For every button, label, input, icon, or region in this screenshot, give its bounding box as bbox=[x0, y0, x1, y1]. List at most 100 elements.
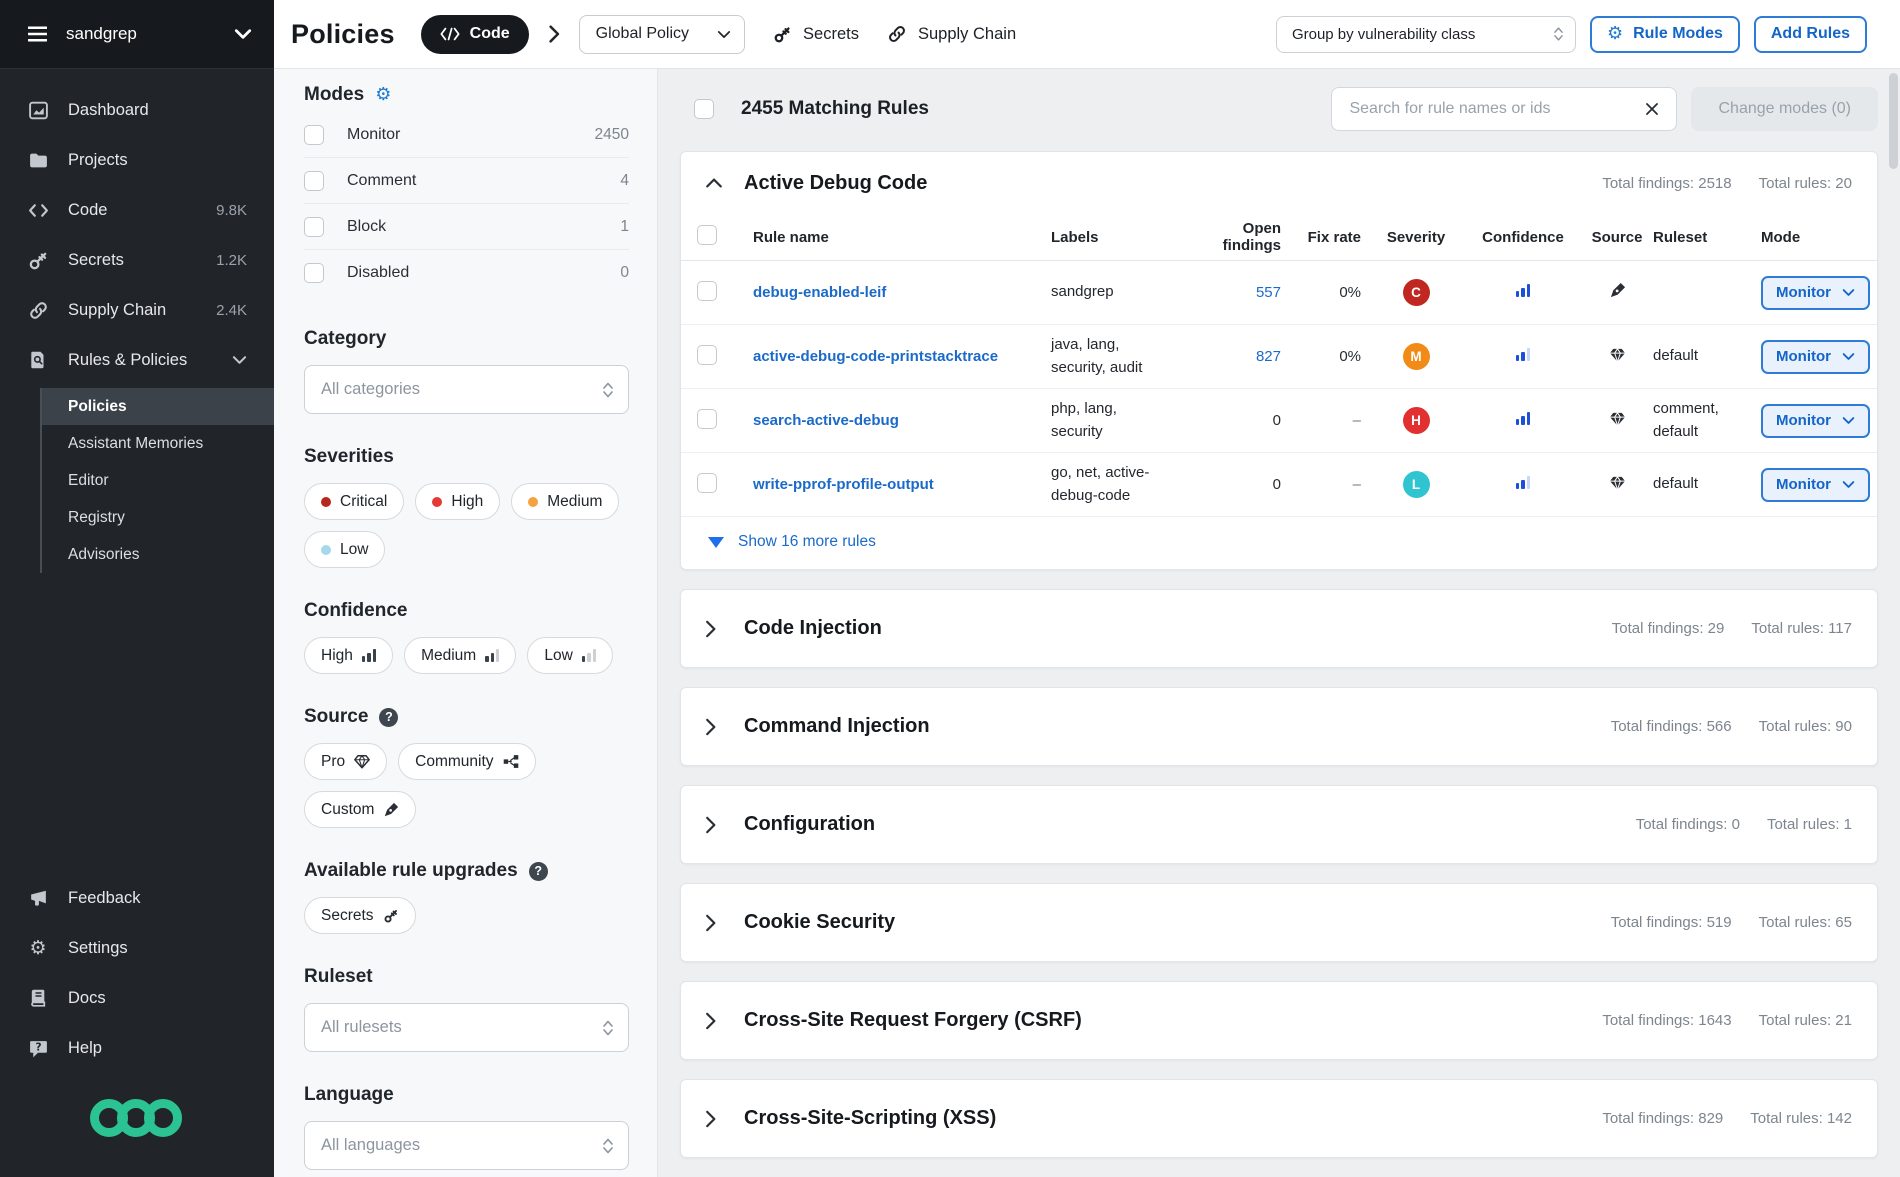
severities-section: Severities Critical High Medium Low bbox=[304, 446, 629, 568]
source-chip-pro[interactable]: Pro bbox=[304, 743, 387, 780]
secrets-link[interactable]: Secrets bbox=[773, 25, 859, 44]
ruleset-section: Ruleset All rulesets bbox=[304, 966, 629, 1052]
sidebar-item-help[interactable]: ? Help bbox=[0, 1023, 274, 1073]
select-all-checkbox[interactable] bbox=[694, 99, 714, 119]
mode-checkbox[interactable] bbox=[304, 171, 324, 191]
rule-name-link[interactable]: write-pprof-profile-output bbox=[753, 476, 1051, 493]
sidebar-item-projects[interactable]: Projects bbox=[0, 135, 274, 185]
ruleset-select[interactable]: All rulesets bbox=[304, 1003, 629, 1052]
modes-gear-icon[interactable]: ⚙ bbox=[375, 86, 391, 104]
confidence-chip-low[interactable]: Low bbox=[527, 637, 613, 674]
rule-modes-button[interactable]: ⚙ Rule Modes bbox=[1590, 16, 1740, 53]
group-header[interactable]: Active Debug Code Total findings: 2518 T… bbox=[681, 152, 1877, 214]
sidebar-item-feedback[interactable]: Feedback bbox=[0, 873, 274, 923]
source-chip-community[interactable]: Community bbox=[398, 743, 535, 780]
rule-name-link[interactable]: search-active-debug bbox=[753, 412, 1051, 429]
group-header[interactable]: Cookie Security Total findings: 519 Tota… bbox=[681, 884, 1877, 961]
confidence-chip-high[interactable]: High bbox=[304, 637, 393, 674]
mode-checkbox[interactable] bbox=[304, 125, 324, 145]
chevron-right-icon[interactable] bbox=[705, 1110, 725, 1128]
group-header[interactable]: Cross-Site Request Forgery (CSRF) Total … bbox=[681, 982, 1877, 1059]
mode-dropdown[interactable]: Monitor bbox=[1761, 276, 1870, 310]
sidebar-subitem-advisories[interactable]: Advisories bbox=[42, 536, 274, 573]
mode-checkbox[interactable] bbox=[304, 263, 324, 283]
severity-chip-medium[interactable]: Medium bbox=[511, 483, 619, 520]
sidebar-subitem-registry[interactable]: Registry bbox=[42, 499, 274, 536]
mode-dropdown[interactable]: Monitor bbox=[1761, 340, 1870, 374]
sidebar-item-settings[interactable]: ⚙ Settings bbox=[0, 923, 274, 973]
clear-search-icon[interactable] bbox=[1642, 99, 1662, 119]
chevron-right-icon[interactable] bbox=[705, 718, 725, 736]
col-rule-name: Rule name bbox=[753, 229, 1051, 246]
chevron-right-icon[interactable] bbox=[705, 816, 725, 834]
total-findings: Total findings: 0 bbox=[1636, 816, 1740, 833]
rule-name-link[interactable]: debug-enabled-leif bbox=[753, 284, 1051, 301]
upgrade-chip-secrets[interactable]: Secrets bbox=[304, 897, 416, 934]
search-input[interactable] bbox=[1347, 99, 1642, 119]
sidebar-item-dashboard[interactable]: Dashboard bbox=[0, 85, 274, 135]
open-findings-link[interactable]: 827 bbox=[1256, 348, 1281, 365]
group-select-checkbox[interactable] bbox=[697, 225, 717, 245]
scrollbar-thumb[interactable] bbox=[1889, 73, 1898, 169]
question-icon[interactable]: ? bbox=[529, 862, 548, 881]
org-switcher[interactable]: sandgrep bbox=[0, 0, 274, 69]
sidebar-item-supply-chain[interactable]: Supply Chain 2.4K bbox=[0, 285, 274, 335]
rule-name-link[interactable]: active-debug-code-printstacktrace bbox=[753, 348, 1051, 365]
row-checkbox[interactable] bbox=[697, 409, 717, 429]
mode-label: Disabled bbox=[347, 264, 409, 282]
sidebar-item-label: Secrets bbox=[68, 251, 124, 270]
chevron-right-icon[interactable] bbox=[705, 914, 725, 932]
mode-filter-block[interactable]: Block 1 bbox=[304, 204, 629, 250]
language-select[interactable]: All languages bbox=[304, 1121, 629, 1170]
policy-selector[interactable]: Global Policy bbox=[579, 15, 745, 54]
fix-rate-value: 0% bbox=[1287, 284, 1367, 301]
mode-filter-monitor[interactable]: Monitor 2450 bbox=[304, 112, 629, 158]
mode-filter-disabled[interactable]: Disabled 0 bbox=[304, 250, 629, 296]
mode-checkbox[interactable] bbox=[304, 217, 324, 237]
row-checkbox[interactable] bbox=[697, 281, 717, 301]
sidebar-item-label: Dashboard bbox=[68, 101, 149, 120]
open-findings-link[interactable]: 557 bbox=[1256, 284, 1281, 301]
chevron-right-icon[interactable] bbox=[705, 620, 725, 638]
chevron-up-icon[interactable] bbox=[705, 177, 725, 189]
mode-dropdown[interactable]: Monitor bbox=[1761, 404, 1870, 438]
code-tab[interactable]: Code bbox=[421, 15, 529, 54]
menu-icon[interactable] bbox=[27, 25, 49, 43]
language-value: All languages bbox=[321, 1136, 602, 1155]
sidebar-item-label: Settings bbox=[68, 939, 128, 958]
upgrades-title-text: Available rule upgrades bbox=[304, 860, 518, 882]
sidebar-item-rules-policies[interactable]: Rules & Policies bbox=[0, 335, 274, 385]
change-modes-button[interactable]: Change modes (0) bbox=[1691, 87, 1878, 131]
confidence-chip-medium[interactable]: Medium bbox=[404, 637, 516, 674]
group-by-select[interactable]: Group by vulnerability class bbox=[1276, 16, 1576, 53]
sidebar-item-docs[interactable]: Docs bbox=[0, 973, 274, 1023]
row-checkbox[interactable] bbox=[697, 345, 717, 365]
group-header[interactable]: Code Injection Total findings: 29 Total … bbox=[681, 590, 1877, 667]
show-more-rules-link[interactable]: Show 16 more rules bbox=[681, 517, 1877, 569]
sidebar-subitem-policies[interactable]: Policies bbox=[42, 388, 274, 425]
mode-filter-comment[interactable]: Comment 4 bbox=[304, 158, 629, 204]
group-header[interactable]: Configuration Total findings: 0 Total ru… bbox=[681, 786, 1877, 863]
question-icon[interactable]: ? bbox=[379, 708, 398, 727]
sidebar-subitem-editor[interactable]: Editor bbox=[42, 462, 274, 499]
policy-selector-value: Global Policy bbox=[596, 25, 689, 43]
severity-chip-high[interactable]: High bbox=[415, 483, 500, 520]
supply-chain-link[interactable]: Supply Chain bbox=[887, 24, 1016, 44]
category-select[interactable]: All categories bbox=[304, 365, 629, 414]
mode-dropdown[interactable]: Monitor bbox=[1761, 468, 1870, 502]
upgrades-section: Available rule upgrades ? Secrets bbox=[304, 860, 629, 934]
group-header[interactable]: Command Injection Total findings: 566 To… bbox=[681, 688, 1877, 765]
modes-list: Monitor 2450 Comment 4 Block 1 Disabled … bbox=[304, 112, 629, 296]
logo-ring bbox=[144, 1099, 182, 1137]
sidebar-item-code[interactable]: Code 9.8K bbox=[0, 185, 274, 235]
sidebar-item-secrets[interactable]: Secrets 1.2K bbox=[0, 235, 274, 285]
source-chip-custom[interactable]: Custom bbox=[304, 791, 416, 828]
severity-chip-low[interactable]: Low bbox=[304, 531, 385, 568]
group-by-value: Group by vulnerability class bbox=[1292, 26, 1553, 43]
group-header[interactable]: Cross-Site-Scripting (XSS) Total finding… bbox=[681, 1080, 1877, 1157]
severity-chip-critical[interactable]: Critical bbox=[304, 483, 404, 520]
row-checkbox[interactable] bbox=[697, 473, 717, 493]
sidebar-subitem-assistant-memories[interactable]: Assistant Memories bbox=[42, 425, 274, 462]
add-rules-button[interactable]: Add Rules bbox=[1754, 16, 1867, 53]
chevron-right-icon[interactable] bbox=[705, 1012, 725, 1030]
